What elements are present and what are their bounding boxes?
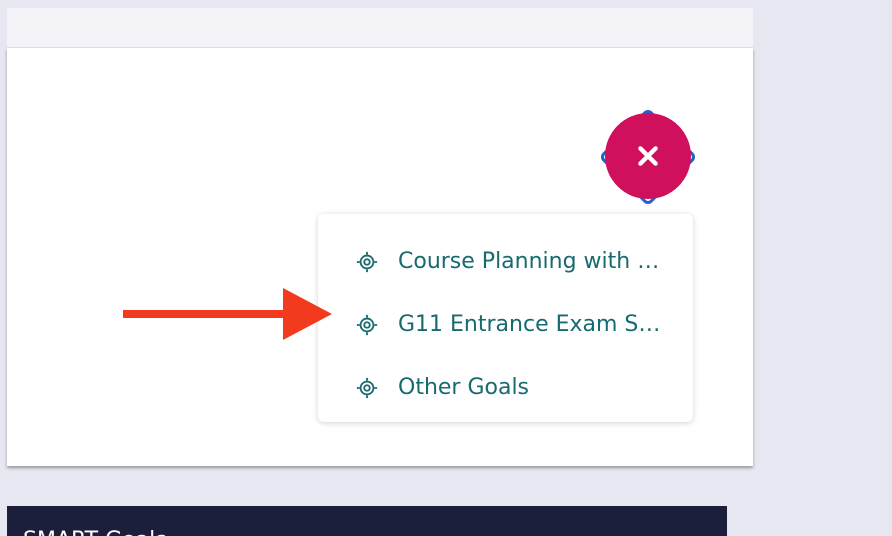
smart-goals-header-bar: SMART Goals bbox=[7, 506, 727, 536]
target-icon bbox=[356, 377, 378, 399]
red-arrow-annotation bbox=[123, 288, 332, 340]
close-fab-button[interactable] bbox=[605, 113, 691, 199]
app-root: Course Planning with … G11 Entrance Exam… bbox=[0, 0, 892, 536]
menu-item-other-goals[interactable]: Other Goals bbox=[318, 356, 693, 419]
section-title: SMART Goals bbox=[23, 528, 167, 536]
panel-divider bbox=[7, 47, 753, 48]
target-icon bbox=[356, 251, 378, 273]
top-strip bbox=[7, 8, 753, 48]
close-icon bbox=[638, 146, 658, 166]
goals-dropdown-menu: Course Planning with … G11 Entrance Exam… bbox=[318, 214, 693, 422]
target-icon bbox=[356, 314, 378, 336]
menu-item-label: Other Goals bbox=[398, 375, 530, 400]
menu-item-label: Course Planning with … bbox=[398, 249, 660, 274]
menu-item-label: G11 Entrance Exam S… bbox=[398, 312, 661, 337]
menu-item-course-planning[interactable]: Course Planning with … bbox=[318, 230, 693, 293]
menu-item-g11-entrance-exam[interactable]: G11 Entrance Exam S… bbox=[318, 293, 693, 356]
